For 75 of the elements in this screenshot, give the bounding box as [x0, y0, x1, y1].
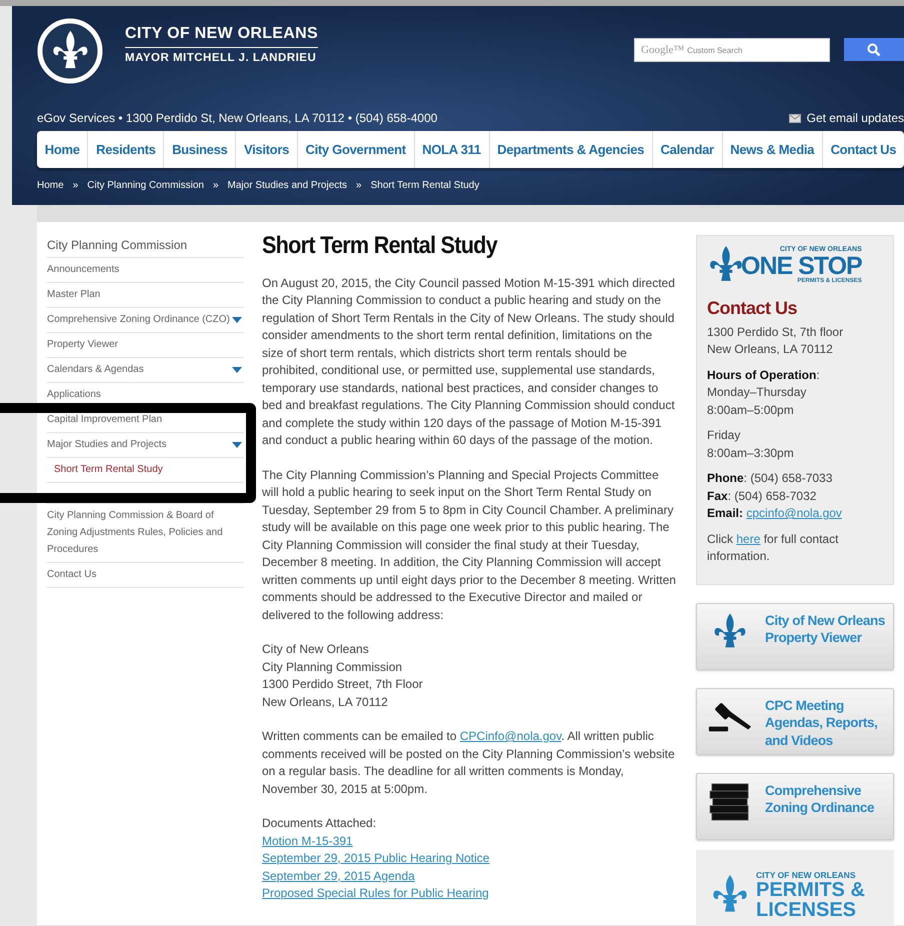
- contact-info: eGov Services • 1300 Perdido St, New Orleans, LA 70112 • (504) 658-4000: [37, 111, 438, 125]
- envelope-icon: [788, 114, 801, 122]
- sidebar-link[interactable]: Major Studies and Projects: [47, 436, 167, 453]
- address-line: New Orleans, LA 70112: [707, 341, 834, 358]
- breadcrumb-link[interactable]: Home: [37, 180, 64, 191]
- sidebar-link[interactable]: City Planning Commission & Board of Zoning Adjustments Rules, Policies and Procedures: [47, 507, 244, 558]
- phone-text: Phone: (504) 658-7033: [707, 470, 834, 487]
- nav-link[interactable]: Calendar: [652, 131, 723, 168]
- site-title[interactable]: CITY OF NEW ORLEANS: [125, 24, 318, 48]
- contact-heading: Contact Us: [707, 300, 798, 318]
- document-link[interactable]: Motion M-15-391: [262, 834, 353, 848]
- breadcrumb-separator: »: [356, 180, 362, 191]
- sidebar-link[interactable]: Short Term Rental Study: [54, 461, 163, 478]
- email-updates-link[interactable]: Get email updates: [788, 111, 904, 125]
- contact-note: Click here for full contact information.: [707, 530, 840, 565]
- breadcrumb-separator: »: [212, 180, 219, 191]
- documents-heading: Documents Attached:: [262, 815, 378, 832]
- breadcrumb-link[interactable]: City Planning Commission: [87, 180, 204, 191]
- hours-text: 8:00am–5:00pm: [707, 402, 795, 418]
- address-line: City Planning Commission: [262, 658, 404, 676]
- paragraph: Written comments can be emailed to CPCinfo@nola.gov. All written public comments received will be posted on the City Planning Commission’s website on a regular basis. The deadline for all written comments is Monday, November 30, 2015 at 5:00pm.: [262, 728, 676, 798]
- nav-link[interactable]: Departments & Agencies: [490, 131, 653, 168]
- promo-tile[interactable]: Comprehensive Zoning Ordinance: [696, 772, 894, 840]
- email-link[interactable]: CPCinfo@nola.gov: [460, 729, 562, 743]
- sidebar-link[interactable]: Applications: [47, 386, 101, 403]
- promo-tile[interactable]: City of New Orleans Property Viewer: [696, 602, 894, 670]
- nav-link[interactable]: City Government: [298, 131, 414, 168]
- sidebar-link[interactable]: Comprehensive Zoning Ordinance (CZO): [47, 311, 230, 328]
- sidebar-link[interactable]: Master Plan: [47, 286, 100, 303]
- breadcrumb-link[interactable]: Major Studies and Projects: [228, 180, 348, 191]
- nav-link[interactable]: NOLA 311: [414, 131, 490, 168]
- nav-link[interactable]: Visitors: [236, 131, 298, 168]
- address-line: City of New Orleans: [262, 641, 370, 658]
- hours-label: Hours of Operation:: [707, 366, 821, 384]
- search-icon: [867, 42, 881, 56]
- permits-banner[interactable]: CITY OF NEW ORLEANS PERMITS & LICENSES: [696, 850, 894, 926]
- here-link[interactable]: here: [736, 532, 760, 546]
- sidebar-link[interactable]: Announcements: [47, 261, 120, 278]
- nav-link[interactable]: News & Media: [722, 131, 823, 168]
- nav-link[interactable]: Contact Us: [822, 131, 904, 168]
- nav-link[interactable]: Residents: [88, 131, 164, 168]
- hours-text: 8:00am–3:30pm: [707, 444, 795, 462]
- sidebar-link[interactable]: Capital Improvement Plan: [47, 411, 162, 428]
- site-subtitle: MAYOR MITCHELL J. LANDRIEU: [125, 52, 318, 64]
- search-brand: Google™: [641, 44, 684, 56]
- address-line: New Orleans, LA 70112: [262, 694, 389, 710]
- paragraph: The City Planning Commission’s Planning and Special Projects Committee will hold a public hearing to seek input on the Short Term Rental Study on Tuesday, September 29 from 5 to 8pm in City Council Chamber. A preliminary study will be available on this page one week prior to this public hearing. The City Planning Commission will consider the final study at their Tuesday, December 8 meeting. In addition, the City Planning Commission will accept written comments up until eight days prior to the December 8 meeting. Written comments should be addressed to the Executive Director and mailed or delivered to the following address:: [262, 466, 676, 624]
- document-link[interactable]: September 29, 2015 Agenda: [262, 868, 415, 882]
- email-label: Email:: [707, 506, 744, 520]
- search-button[interactable]: [844, 38, 904, 61]
- document-link[interactable]: September 29, 2015 Public Hearing Notice: [262, 851, 490, 865]
- sidebar-title[interactable]: City Planning Commission: [47, 235, 244, 258]
- sidebar-link[interactable]: Property Viewer: [47, 336, 118, 353]
- address-line: 1300 Perdido St, 7th floor: [707, 324, 844, 340]
- sidebar-link[interactable]: Contact Us: [47, 566, 96, 583]
- nav-link[interactable]: Business: [164, 131, 236, 168]
- sidebar-link[interactable]: Calendars & Agendas: [47, 361, 144, 378]
- promo-tile[interactable]: CPC Meeting Agendas, Reports, and Videos: [696, 688, 894, 754]
- paragraph: On August 20, 2015, the City Council passed Motion M-15-391 which directed the City Planning Commission to conduct a public hearing and study on the regulation of Short Term Rentals in the City of New Orleans. The study should consider amendments to the short term rental definition, limitations on the size of short term rentals, which districts short term rentals should be prohibited, conditional use, or permitted use, supplemental use standards, temporary use standards, national best practices, and consider changes to bed and breakfast regulations. The City Planning Commission should conduct and complete the study within 120 days of the passage of Motion M-15-391 and conduct a public hearing within 60 days of the passage of the motion.: [262, 274, 676, 449]
- breadcrumb-link[interactable]: Short Term Rental Study: [370, 180, 480, 191]
- document-link[interactable]: Proposed Special Rules for Public Hearing: [262, 886, 489, 900]
- caret-icon[interactable]: [232, 366, 242, 372]
- address-line: 1300 Perdido Street, 7th Floor: [262, 676, 424, 693]
- hours-text: Friday: [707, 427, 742, 444]
- fleur-de-lis-icon[interactable]: [37, 18, 103, 84]
- caret-icon[interactable]: [232, 316, 242, 322]
- caret-icon[interactable]: [232, 442, 242, 448]
- logo-text: ONE STOP: [741, 254, 862, 278]
- fax-text: Fax: (504) 658-7032: [707, 488, 818, 504]
- hours-text: Monday–Thursday: [707, 384, 808, 401]
- nav-link[interactable]: Home: [37, 131, 88, 168]
- logo-text: CITY OF NEW ORLEANS: [756, 870, 856, 880]
- logo-text: PERMITS & LICENSES: [756, 880, 866, 920]
- email-link[interactable]: cpcinfo@nola.gov: [746, 506, 842, 520]
- breadcrumb-separator: »: [72, 180, 78, 191]
